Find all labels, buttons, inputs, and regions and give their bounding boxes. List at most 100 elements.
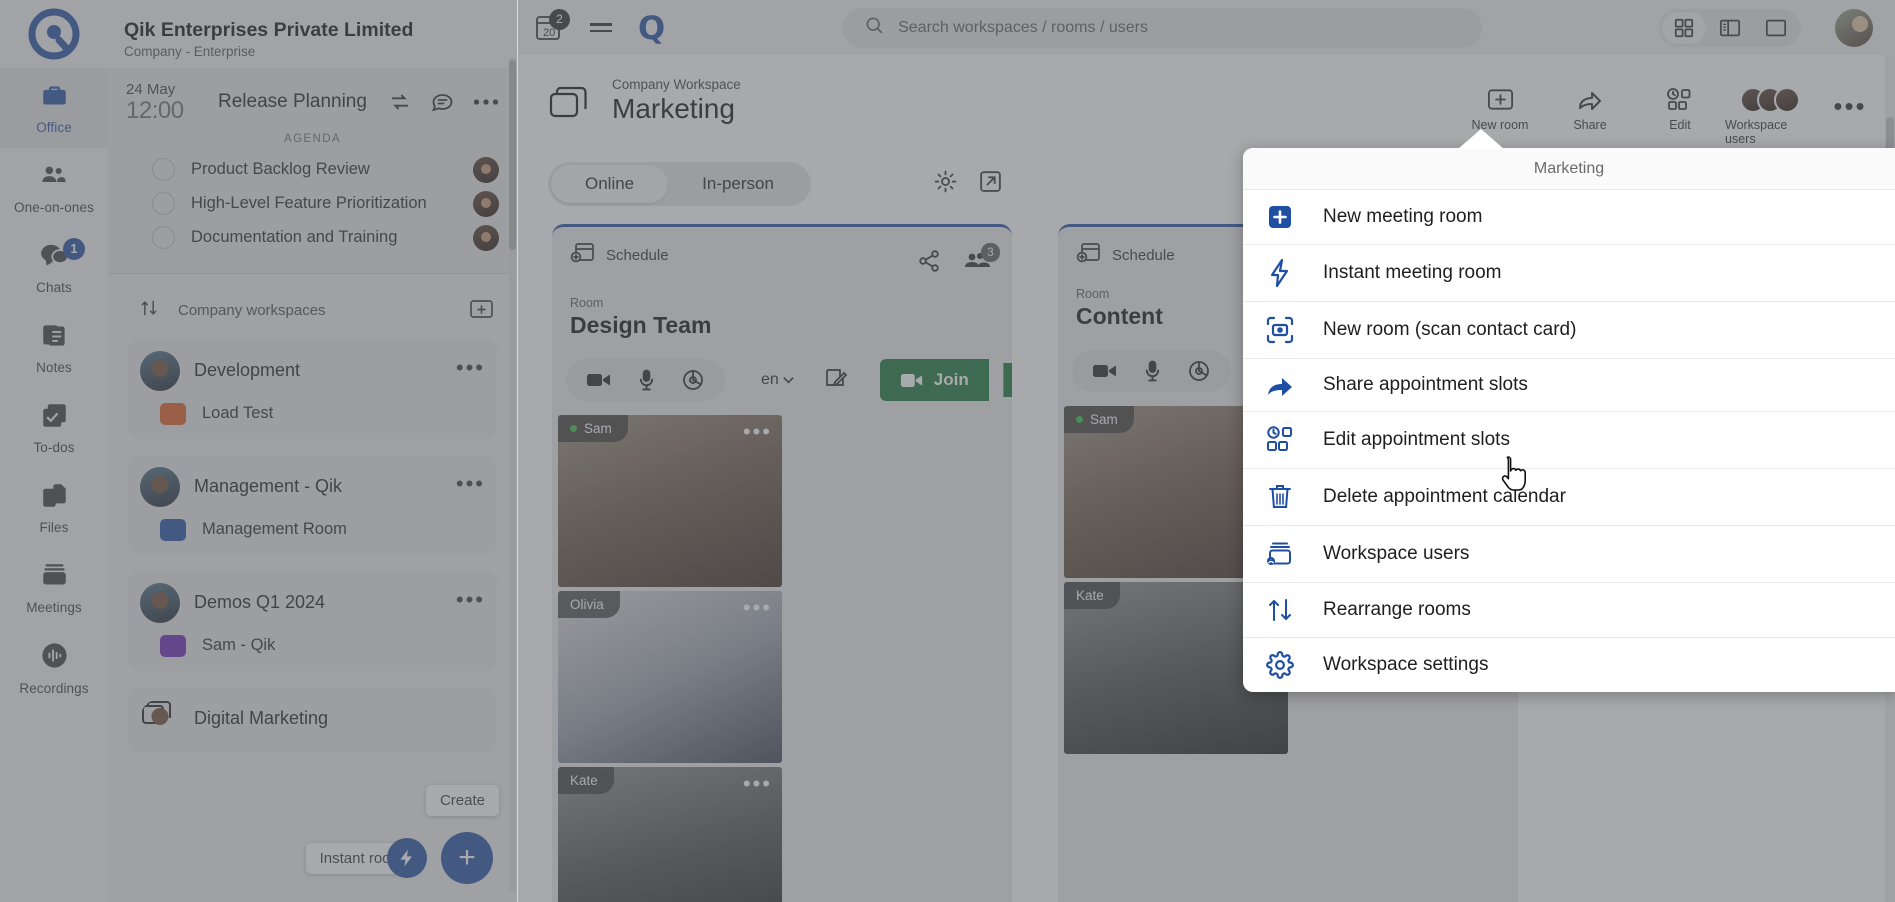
room-color-chip: [160, 403, 186, 425]
rail-item-to-dos[interactable]: To-dos: [0, 388, 108, 468]
calendar-button[interactable]: 20 2: [534, 12, 564, 44]
repeat-icon[interactable]: [388, 91, 412, 113]
rail-item-files[interactable]: Files: [0, 468, 108, 548]
action-label: Share: [1573, 118, 1606, 132]
tile-more-icon[interactable]: •••: [743, 595, 772, 621]
rail-label: Recordings: [19, 681, 88, 696]
join-options-caret[interactable]: [1003, 363, 1012, 397]
join-button[interactable]: Join: [880, 359, 989, 401]
workspace-card[interactable]: Development ••• Load Test: [128, 339, 497, 439]
menu-item-workspace-users[interactable]: Workspace users: [1243, 525, 1895, 582]
search-placeholder: Search workspaces / rooms / users: [898, 19, 1148, 37]
rail-item-one-on-ones[interactable]: One-on-ones: [0, 148, 108, 228]
agenda-checkbox[interactable]: [152, 226, 175, 249]
rail-item-notes[interactable]: Notes: [0, 308, 108, 388]
create-button[interactable]: +: [441, 832, 493, 884]
company-subtitle: Company - Enterprise: [124, 44, 501, 59]
workspace-actions: New room Share Edit: [1455, 77, 1895, 146]
workspace-more-icon[interactable]: •••: [456, 478, 485, 495]
edit-button[interactable]: Edit: [1635, 77, 1725, 132]
meeting-date: 24 May: [126, 82, 204, 98]
room-name: Design Team: [552, 310, 1012, 339]
workspace-card[interactable]: Management - Qik ••• Management Room: [128, 455, 497, 555]
gear-icon[interactable]: [933, 169, 958, 199]
menu-item-delete-appointment-calendar[interactable]: Delete appointment calendar: [1243, 468, 1895, 525]
participant-tile[interactable]: Sam •••: [558, 415, 782, 587]
tab-online[interactable]: Online: [551, 165, 668, 203]
notes-icon: [41, 322, 68, 354]
menu-item-workspace-settings[interactable]: Workspace settings: [1243, 637, 1895, 692]
participant-tile[interactable]: Olivia •••: [558, 591, 782, 763]
meeting-time: 12:00: [126, 98, 204, 123]
meeting-datetime: 24 May 12:00: [126, 82, 204, 123]
workspace-name: Digital Marketing: [194, 708, 485, 729]
note-edit-icon[interactable]: [824, 366, 850, 395]
single-view-icon[interactable]: [1754, 12, 1798, 44]
more-horizontal-icon[interactable]: [473, 98, 499, 106]
agenda-item[interactable]: Documentation and Training: [126, 221, 499, 255]
menu-item-edit-appointment-slots[interactable]: Edit appointment slots: [1243, 411, 1895, 468]
avatar: [473, 191, 499, 217]
workspace-room[interactable]: Load Test: [140, 391, 485, 425]
grid-view-icon[interactable]: [1662, 12, 1706, 44]
schedule-button[interactable]: Schedule: [1076, 241, 1175, 269]
left-panel-scrollbar[interactable]: [509, 60, 516, 250]
open-external-icon[interactable]: [978, 169, 1003, 199]
participant-name: Olivia: [570, 597, 604, 612]
upcoming-meeting-card[interactable]: 24 May 12:00 Release Planning: [108, 68, 517, 274]
schedule-button[interactable]: Schedule: [570, 241, 669, 269]
workspace-room[interactable]: Sam - Qik: [140, 623, 485, 657]
room-users-icon[interactable]: 3: [964, 249, 994, 278]
workspace-more-icon[interactable]: •••: [456, 594, 485, 611]
rail-item-recordings[interactable]: Recordings: [0, 628, 108, 708]
menu-item-rearrange-rooms[interactable]: Rearrange rooms: [1243, 582, 1895, 637]
instant-room-button[interactable]: [387, 838, 427, 878]
gear-icon[interactable]: [681, 368, 705, 392]
tile-more-icon[interactable]: •••: [743, 771, 772, 797]
menu-item-share-appointment-slots[interactable]: Share appointment slots: [1243, 358, 1895, 411]
workspace-room[interactable]: Management Room: [140, 507, 485, 541]
rail-label: Notes: [36, 360, 72, 375]
menu-item-new-room-scan[interactable]: New room (scan contact card): [1243, 301, 1895, 358]
workspace-users-button[interactable]: Workspace users: [1725, 77, 1815, 146]
rail-item-office[interactable]: Office: [0, 68, 108, 148]
hamburger-icon[interactable]: [584, 17, 618, 38]
microphone-icon[interactable]: [1144, 359, 1161, 383]
agenda-checkbox[interactable]: [152, 192, 175, 215]
microphone-icon[interactable]: [638, 368, 655, 392]
room-card[interactable]: Schedule: [552, 224, 1012, 902]
language-value: en: [761, 371, 779, 389]
menu-item-new-meeting-room[interactable]: New meeting room: [1243, 189, 1895, 244]
video-camera-icon[interactable]: [1092, 361, 1118, 381]
language-selector[interactable]: en: [761, 371, 794, 389]
participant-tile[interactable]: Kate •••: [558, 767, 782, 902]
agenda-checkbox[interactable]: [152, 158, 175, 181]
rail-item-meetings[interactable]: Meetings: [0, 548, 108, 628]
workspace-kicker: Company Workspace: [612, 77, 741, 92]
tab-in-person[interactable]: In-person: [668, 165, 808, 203]
agenda-item[interactable]: High-Level Feature Prioritization: [126, 187, 499, 221]
avatar[interactable]: [1835, 9, 1873, 47]
share-arrow-icon: [1263, 372, 1297, 398]
tile-more-icon[interactable]: •••: [743, 419, 772, 445]
add-workspace-icon[interactable]: [469, 296, 495, 325]
rail-item-chats[interactable]: 1 Chats: [0, 228, 108, 308]
workspace-more-icon[interactable]: •••: [1815, 77, 1885, 122]
workspace-card[interactable]: Digital Marketing: [128, 687, 497, 753]
workspace-card[interactable]: Demos Q1 2024 ••• Sam - Qik: [128, 571, 497, 671]
message-icon[interactable]: [430, 90, 455, 114]
new-room-button[interactable]: New room: [1455, 77, 1545, 132]
agenda-item[interactable]: Product Backlog Review: [126, 153, 499, 187]
search-input[interactable]: Search workspaces / rooms / users: [842, 8, 1482, 48]
share-button[interactable]: Share: [1545, 77, 1635, 132]
sort-arrows-icon[interactable]: [138, 298, 160, 323]
split-view-icon[interactable]: [1708, 12, 1752, 44]
floating-actions: +: [387, 832, 493, 884]
rail-label: Meetings: [26, 600, 82, 615]
menu-item-instant-meeting-room[interactable]: Instant meeting room: [1243, 244, 1895, 301]
workspace-more-icon[interactable]: •••: [456, 362, 485, 379]
gear-icon[interactable]: [1187, 359, 1211, 383]
join-label: Join: [934, 370, 969, 390]
share-icon[interactable]: [916, 249, 942, 278]
video-camera-icon[interactable]: [586, 370, 612, 390]
